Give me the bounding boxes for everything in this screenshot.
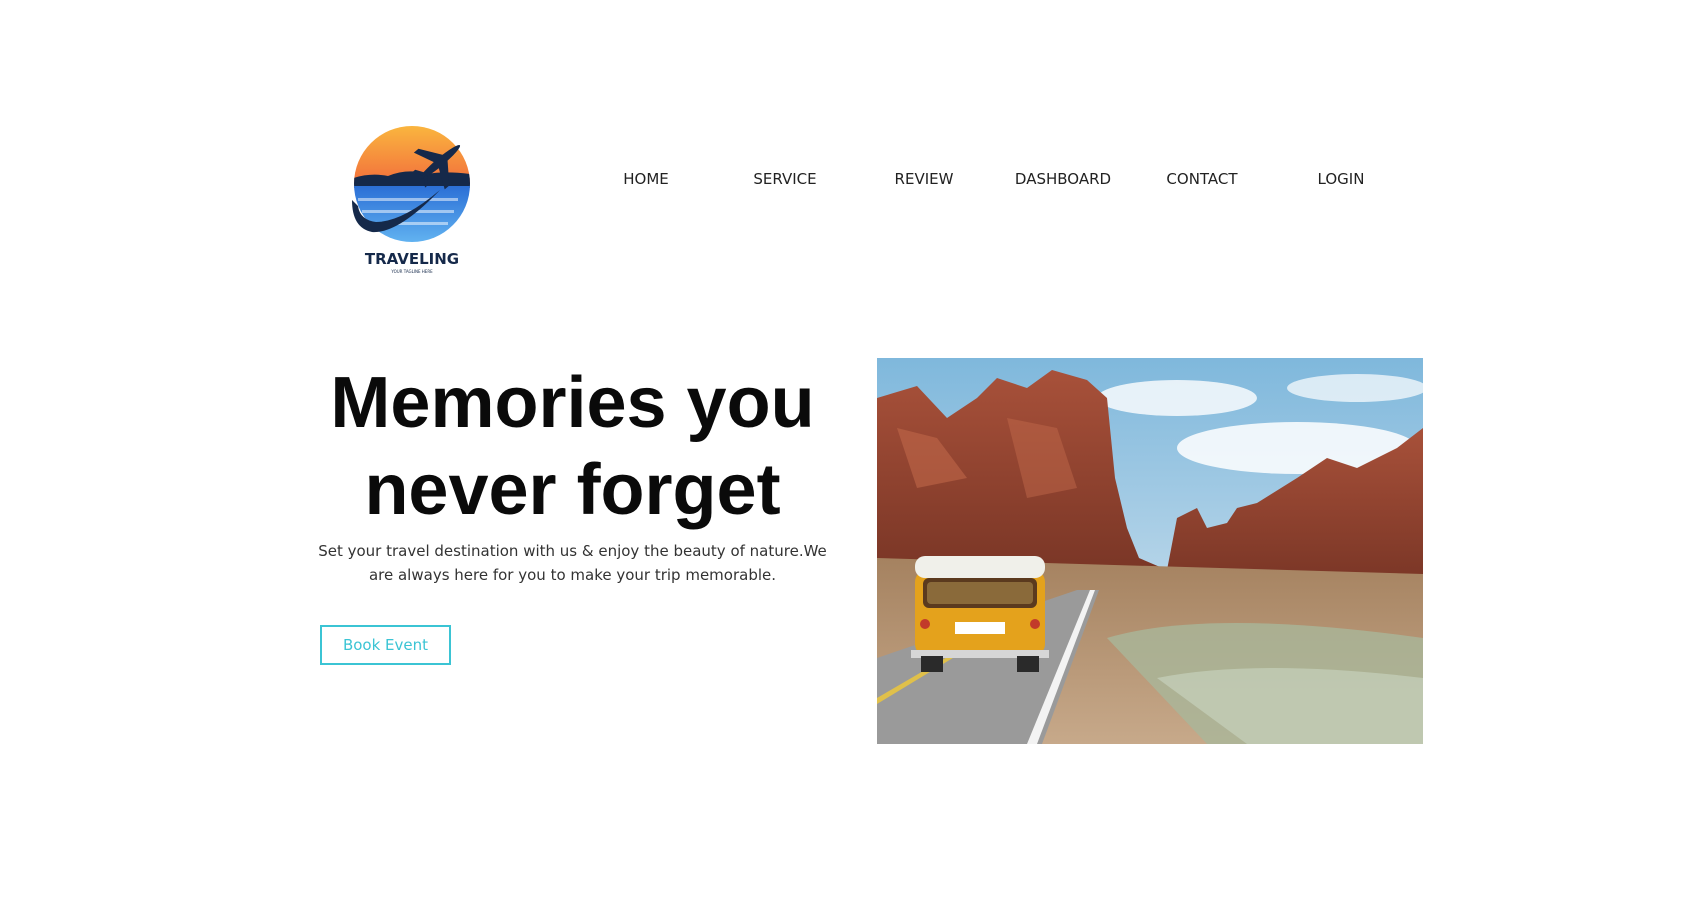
hero-title: Memories you never forget (330, 363, 815, 530)
nav-review[interactable]: REVIEW (864, 170, 984, 188)
nav-contact[interactable]: CONTACT (1142, 170, 1262, 188)
page: TRAVELING YOUR TAGLINE HERE HOME SERVICE… (0, 0, 1708, 908)
nav-service[interactable]: SERVICE (725, 170, 845, 188)
brand-name: TRAVELING (365, 250, 459, 268)
desert-road-van-image (877, 358, 1423, 744)
book-event-button[interactable]: Book Event (320, 625, 451, 665)
hero-image (877, 358, 1423, 744)
nav-home[interactable]: HOME (586, 170, 706, 188)
nav-dashboard[interactable]: DASHBOARD (1003, 170, 1123, 188)
main-nav: HOME SERVICE REVIEW DASHBOARD CONTACT LO… (588, 170, 1388, 194)
hero-description: Set your travel destination with us & en… (318, 542, 827, 584)
plane-sunset-logo-icon: TRAVELING YOUR TAGLINE HERE (352, 126, 470, 274)
brand-tagline: YOUR TAGLINE HERE (390, 269, 433, 274)
nav-login[interactable]: LOGIN (1281, 170, 1401, 188)
brand-logo[interactable]: TRAVELING YOUR TAGLINE HERE (348, 118, 484, 274)
